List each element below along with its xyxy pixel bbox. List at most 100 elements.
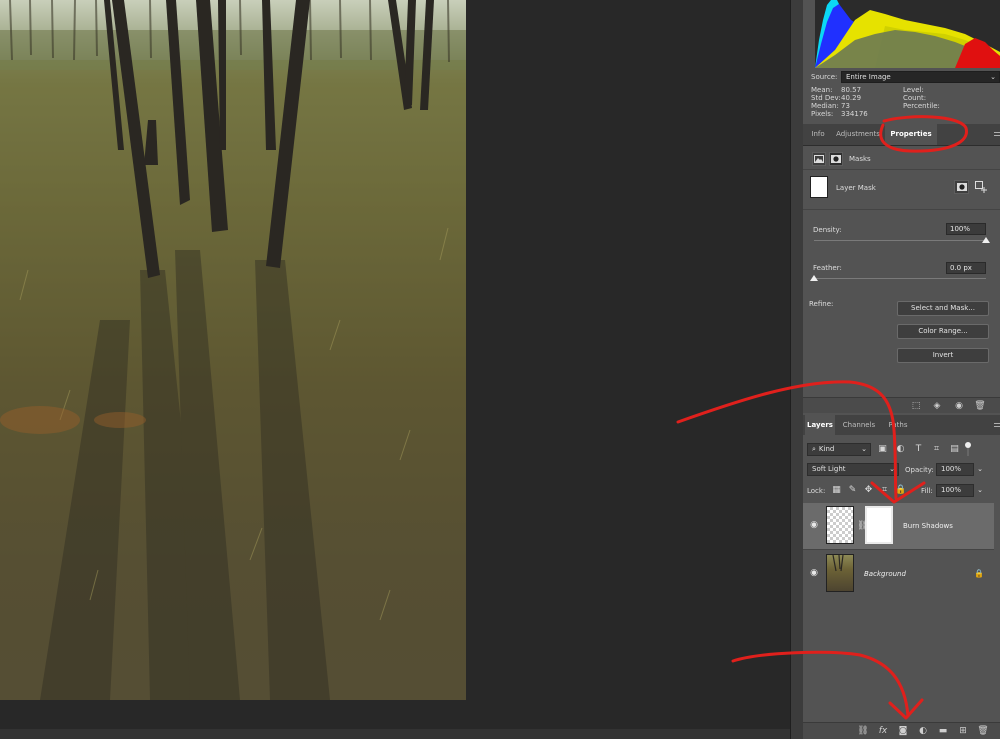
filter-kind-select[interactable]: ⌕ Kind ⌄: [807, 443, 871, 456]
opacity-field[interactable]: 100% ⌄: [936, 463, 983, 476]
add-mask-icon[interactable]: ◙: [897, 726, 909, 737]
tab-paths[interactable]: Paths: [883, 415, 913, 435]
filter-type-icon[interactable]: T: [913, 444, 924, 455]
document-canvas[interactable]: [0, 0, 790, 739]
stat-pixels: Pixels: 334176: [811, 110, 868, 118]
chevron-down-icon: ⌄: [977, 465, 983, 473]
layers-panel-menu-icon[interactable]: [994, 423, 1000, 429]
link-layers-icon[interactable]: ⛓: [857, 726, 869, 737]
load-selection-icon[interactable]: ⬚: [910, 401, 922, 412]
lock-transparent-icon[interactable]: ▦: [831, 485, 842, 496]
source-select-value: Entire Image: [846, 73, 891, 81]
chevron-down-icon: ⌄: [861, 445, 867, 453]
filter-adjustment-icon[interactable]: ◐: [895, 444, 906, 455]
filter-shape-icon[interactable]: ⌗: [931, 444, 942, 455]
blend-mode-select[interactable]: Soft Light ⌄: [807, 463, 899, 476]
layer-mask-icon[interactable]: [829, 152, 843, 166]
add-vector-mask-icon[interactable]: [975, 181, 987, 193]
lock-position-icon[interactable]: ✥: [863, 485, 874, 496]
filter-pixel-icon[interactable]: ▣: [877, 444, 888, 455]
stat-mean: Mean: 80.57: [811, 86, 861, 94]
trash-icon[interactable]: 🗑: [974, 401, 986, 412]
stat-stddev-label: Std Dev:: [811, 94, 841, 102]
tab-layers[interactable]: Layers: [805, 415, 835, 435]
density-slider[interactable]: [814, 240, 986, 241]
info-properties-tabbar: Info Adjustments Properties: [803, 124, 1000, 146]
fx-icon[interactable]: fx: [877, 726, 889, 737]
layer-name[interactable]: Background: [864, 570, 906, 578]
status-bar: [0, 729, 790, 739]
divider: [803, 549, 994, 550]
lock-all-icon[interactable]: 🔒: [895, 485, 906, 496]
lock-icon: 🔒: [974, 569, 984, 578]
panel-menu-icon[interactable]: [994, 132, 1000, 138]
select-mask-icon[interactable]: [954, 180, 969, 194]
density-slider-knob[interactable]: [982, 237, 990, 243]
layer-name[interactable]: Burn Shadows: [903, 522, 953, 530]
feather-field[interactable]: 0.0 px: [946, 262, 986, 274]
histogram-panel: Source: Entire Image ⌄ Mean: 80.57 Std De…: [803, 0, 1000, 126]
lock-label: Lock:: [807, 487, 826, 495]
tab-properties[interactable]: Properties: [885, 124, 937, 145]
layer-thumbnail[interactable]: [826, 506, 854, 544]
layer-mask-thumbnail[interactable]: [810, 176, 828, 198]
stat-pixels-label: Pixels:: [811, 110, 834, 118]
tab-adjustments[interactable]: Adjustments: [833, 124, 883, 145]
stat-level-label: Level:: [903, 86, 924, 94]
panel-divider[interactable]: [790, 0, 803, 739]
layer-row-background[interactable]: ◉ Background 🔒: [803, 551, 994, 597]
opacity-label: Opacity:: [905, 466, 934, 474]
lock-image-icon[interactable]: ✎: [847, 485, 858, 496]
visibility-eye-icon[interactable]: ◉: [808, 568, 820, 578]
adjustment-layer-icon[interactable]: ◐: [917, 726, 929, 737]
histogram-chart: [815, 0, 1000, 68]
feather-slider-knob[interactable]: [810, 275, 818, 281]
feather-label: Feather:: [813, 264, 842, 272]
properties-panel: Masks Layer Mask Density: 100% Feather: …: [803, 147, 1000, 413]
fill-field[interactable]: 100% ⌄: [936, 484, 983, 497]
tab-channels[interactable]: Channels: [839, 415, 879, 435]
filter-kind-value: Kind: [818, 445, 835, 453]
new-group-icon[interactable]: ▬: [937, 726, 949, 737]
trash-icon[interactable]: 🗑: [977, 726, 989, 737]
histogram-graph: [815, 0, 1000, 68]
filter-toggle-icon[interactable]: [963, 442, 973, 456]
divider: [803, 169, 1000, 170]
layers-panel: ⌕ Kind ⌄ ▣ ◐ T ⌗ ▤ Soft Light ⌄ Opacity: …: [803, 435, 1000, 739]
blend-mode-value: Soft Light: [812, 465, 846, 473]
layer-mask-thumbnail[interactable]: [865, 506, 893, 544]
feather-slider[interactable]: [814, 278, 986, 279]
layer-mask-label: Layer Mask: [836, 184, 876, 192]
filter-smart-object-icon[interactable]: ▤: [949, 444, 960, 455]
density-field[interactable]: 100%: [946, 223, 986, 235]
chevron-down-icon: ⌄: [990, 73, 996, 81]
invert-button[interactable]: Invert: [897, 348, 989, 363]
tab-info[interactable]: Info: [805, 124, 831, 145]
select-and-mask-button[interactable]: Select and Mask...: [897, 301, 989, 316]
forest-photo-artwork: [0, 0, 466, 700]
forest-photo[interactable]: [0, 0, 466, 700]
opacity-value: 100%: [941, 465, 962, 473]
stat-median-value: 73: [841, 102, 850, 110]
search-icon: ⌕: [812, 445, 816, 453]
stat-median: Median: 73: [811, 102, 850, 110]
stat-stddev: Std Dev:40.29: [811, 94, 861, 102]
source-label: Source:: [811, 73, 838, 81]
properties-footer: ⬚ ◈ ◉ 🗑: [803, 397, 1000, 413]
layer-row-burn-shadows[interactable]: ◉ ⛓ Burn Shadows: [803, 503, 994, 549]
chevron-down-icon: ⌄: [977, 486, 983, 494]
apply-mask-icon[interactable]: ◈: [931, 401, 943, 412]
visibility-eye-icon[interactable]: ◉: [808, 520, 820, 530]
visibility-eye-icon[interactable]: ◉: [953, 401, 965, 412]
stat-count-label: Count:: [903, 94, 927, 102]
divider: [803, 209, 1000, 210]
panel-column: Source: Entire Image ⌄ Mean: 80.57 Std De…: [803, 0, 1000, 739]
color-range-button[interactable]: Color Range...: [897, 324, 989, 339]
new-layer-icon[interactable]: ⊞: [957, 726, 969, 737]
lock-artboard-icon[interactable]: ⌗: [879, 485, 890, 496]
pixel-mask-icon[interactable]: [812, 152, 826, 166]
layer-thumbnail[interactable]: [826, 554, 854, 592]
fill-value: 100%: [941, 486, 962, 494]
source-select[interactable]: Entire Image ⌄: [841, 71, 1000, 83]
stat-stddev-value: 40.29: [841, 94, 862, 102]
